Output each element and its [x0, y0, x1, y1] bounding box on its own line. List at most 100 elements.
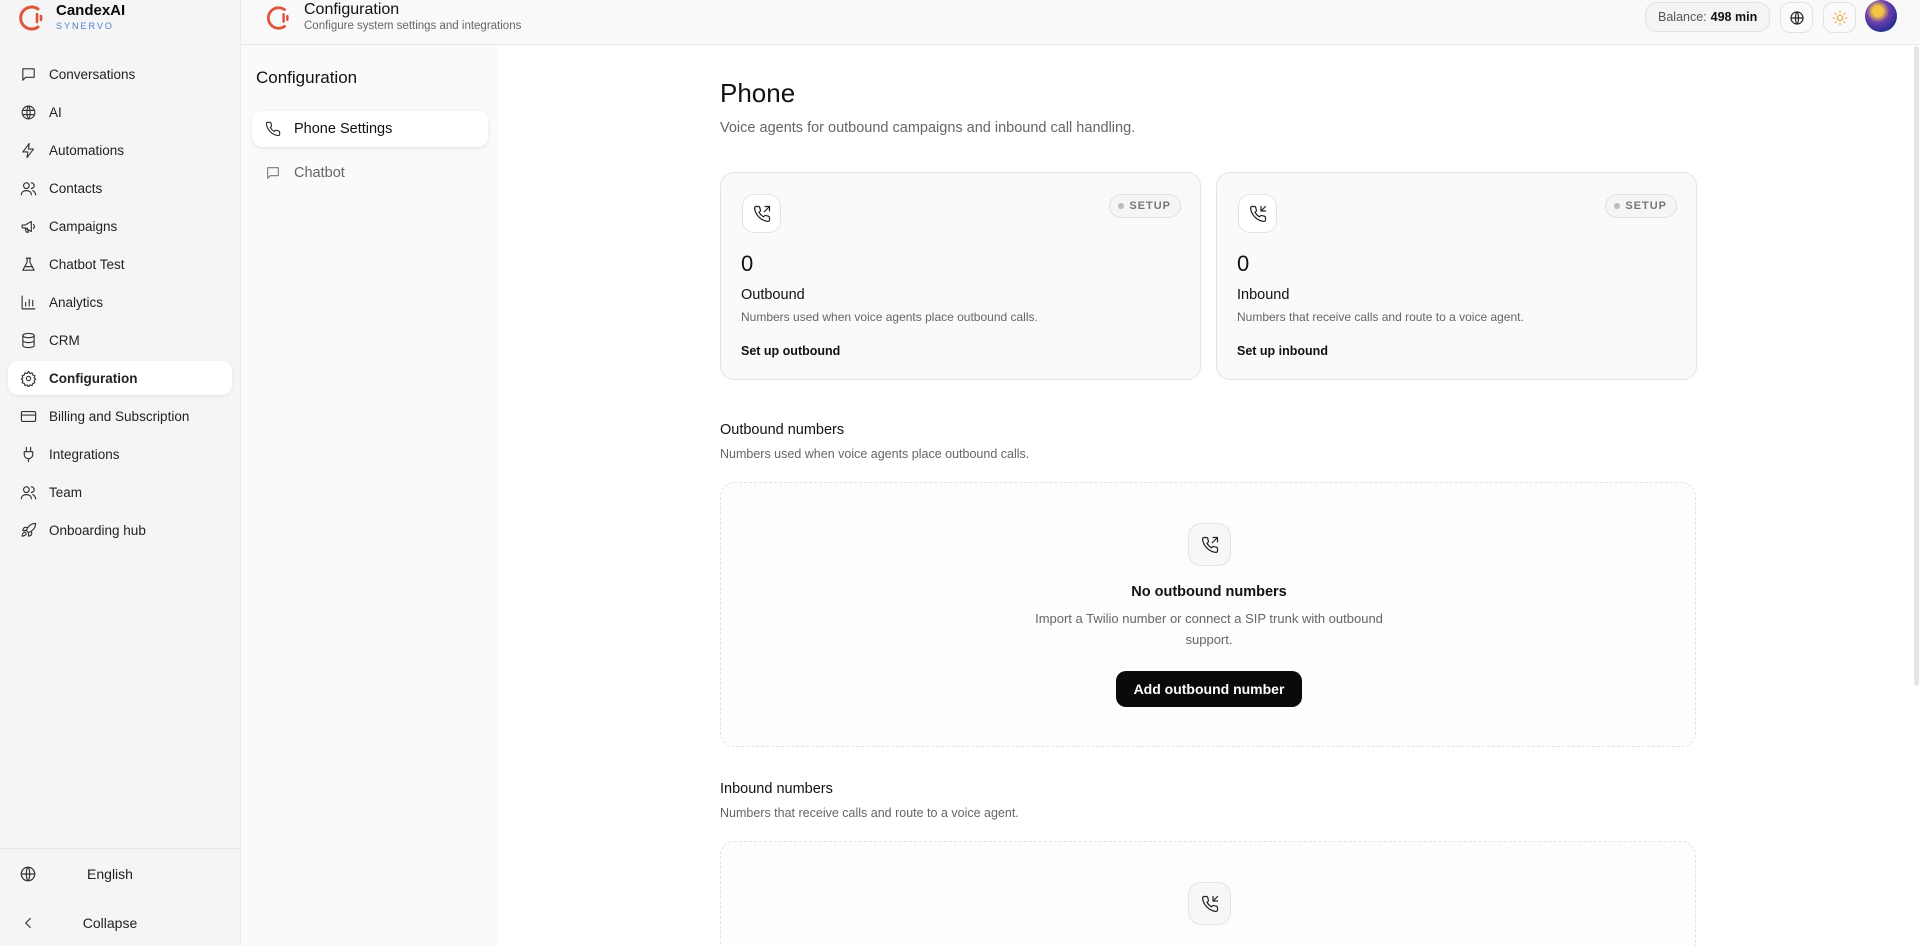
- sidebar-item-label: CRM: [49, 332, 80, 348]
- card-description: Numbers that receive calls and route to …: [1237, 310, 1524, 324]
- page-title: Phone: [720, 78, 796, 108]
- empty-icon-box: [1188, 523, 1231, 566]
- status-dot: [1614, 203, 1621, 209]
- message-square-icon: [22, 67, 35, 81]
- plug-icon: [23, 446, 34, 462]
- phone-outgoing-icon: [1201, 536, 1218, 553]
- balance-value: 498 min: [1710, 10, 1758, 24]
- language-button[interactable]: [1780, 2, 1813, 33]
- status-badge-label: SETUP: [1129, 200, 1171, 212]
- sidebar-item-chatbot-test[interactable]: Chatbot Test: [8, 247, 232, 281]
- sidebar-item-billing[interactable]: Billing and Subscription: [8, 399, 232, 433]
- megaphone-icon: [21, 220, 35, 233]
- sidebar-item-ai[interactable]: AI: [8, 95, 232, 129]
- phone-icon: [265, 121, 281, 137]
- sidebar-item-label: Contacts: [49, 180, 103, 196]
- card-icon-box: [1238, 194, 1277, 233]
- sidebar: CandexAI SYNERVO Conversations AI Automa…: [0, 0, 241, 946]
- users-icon: [20, 485, 37, 499]
- status-badge: SETUP: [1109, 194, 1181, 218]
- setup-inbound-link[interactable]: Set up inbound: [1237, 344, 1328, 358]
- sidebar-item-crm[interactable]: CRM: [8, 323, 232, 357]
- brand-logo-icon: [19, 5, 43, 31]
- brand-subtitle: SYNERVO: [56, 21, 114, 31]
- subnav-item-chatbot[interactable]: Chatbot: [252, 155, 488, 191]
- globe-icon: [1789, 10, 1804, 25]
- inbound-empty-state: [720, 841, 1696, 946]
- outbound-section-subtitle: Numbers used when voice agents place out…: [720, 447, 1030, 461]
- phone-outgoing-icon: [753, 205, 770, 222]
- sidebar-item-label: Conversations: [49, 66, 136, 82]
- users-icon: [20, 181, 37, 195]
- sun-icon: [1832, 10, 1847, 25]
- outbound-empty-state: No outbound numbers Import a Twilio numb…: [720, 482, 1696, 747]
- message-square-icon: [267, 167, 279, 179]
- gear-icon: [20, 370, 37, 387]
- inbound-summary-card: SETUP 0 Inbound Numbers that receive cal…: [1216, 172, 1697, 380]
- subnav-item-phone-settings[interactable]: Phone Settings: [252, 111, 488, 147]
- sidebar-item-contacts[interactable]: Contacts: [8, 171, 232, 205]
- status-badge-label: SETUP: [1625, 200, 1667, 212]
- card-description: Numbers used when voice agents place out…: [741, 310, 1038, 324]
- avatar[interactable]: [1865, 0, 1897, 32]
- sidebar-item-label: Campaigns: [49, 218, 118, 234]
- sidebar-item-team[interactable]: Team: [8, 475, 232, 509]
- add-outbound-number-button[interactable]: Add outbound number: [1116, 671, 1302, 707]
- zap-icon: [22, 142, 35, 158]
- sidebar-item-analytics[interactable]: Analytics: [8, 285, 232, 319]
- bar-chart-icon: [21, 295, 36, 309]
- status-badge: SETUP: [1605, 194, 1677, 218]
- sidebar-item-label: AI: [49, 104, 62, 120]
- sidebar-item-label: Integrations: [49, 446, 120, 462]
- collapse-button[interactable]: Collapse: [0, 898, 241, 946]
- globe-icon: [20, 866, 36, 881]
- brand[interactable]: CandexAI SYNERVO: [16, 3, 125, 33]
- sidebar-item-conversations[interactable]: Conversations: [8, 57, 232, 91]
- card-label: Inbound: [1237, 287, 1290, 303]
- balance-label: Balance:: [1658, 10, 1707, 24]
- globe-brain-icon: [21, 105, 36, 119]
- credit-card-icon: [20, 410, 37, 422]
- flask-icon: [22, 257, 35, 271]
- sidebar-item-automations[interactable]: Automations: [8, 133, 232, 167]
- outbound-summary-card: SETUP 0 Outbound Numbers used when voice…: [720, 172, 1201, 380]
- sidebar-item-configuration[interactable]: Configuration: [8, 361, 232, 395]
- chevron-left-icon: [25, 917, 31, 928]
- page-header-title: Configuration: [304, 1, 400, 18]
- collapse-label: Collapse: [82, 914, 138, 931]
- sidebar-item-integrations[interactable]: Integrations: [8, 437, 232, 471]
- sidebar-item-label: Analytics: [49, 294, 104, 310]
- sidebar-item-label: Onboarding hub: [49, 522, 146, 538]
- phone-incoming-icon: [1201, 895, 1218, 912]
- brand-name: CandexAI: [56, 2, 126, 19]
- app-root: CandexAI SYNERVO Conversations AI Automa…: [0, 0, 1920, 946]
- sidebar-item-campaigns[interactable]: Campaigns: [8, 209, 232, 243]
- rocket-icon: [21, 522, 37, 537]
- sidebar-footer: English Collapse: [0, 848, 241, 946]
- sidebar-item-label: Configuration: [49, 370, 138, 386]
- theme-toggle-button[interactable]: [1823, 2, 1856, 33]
- empty-icon-box: [1188, 882, 1231, 925]
- sidebar-item-label: Automations: [49, 142, 125, 158]
- top-header: Configuration Configure system settings …: [241, 0, 1920, 45]
- setup-outbound-link[interactable]: Set up outbound: [741, 344, 840, 358]
- language-selector[interactable]: English: [0, 849, 241, 898]
- card-icon-box: [742, 194, 781, 233]
- sidebar-item-onboarding-hub[interactable]: Onboarding hub: [8, 513, 232, 547]
- empty-state-title: No outbound numbers: [1131, 584, 1287, 600]
- scrollbar[interactable]: [1914, 46, 1919, 686]
- sidebar-item-label: Chatbot Test: [49, 256, 125, 272]
- sidebar-item-label: Team: [49, 484, 83, 500]
- card-count: 0: [1237, 251, 1250, 276]
- database-icon: [22, 332, 35, 348]
- subnav-item-label: Phone Settings: [294, 121, 393, 137]
- sidebar-nav: Conversations AI Automations Contacts Ca…: [8, 57, 232, 551]
- status-dot: [1118, 203, 1125, 209]
- empty-state-description: Import a Twilio number or connect a SIP …: [1035, 611, 1383, 647]
- page-subtitle: Voice agents for outbound campaigns and …: [720, 120, 1136, 136]
- card-label: Outbound: [741, 287, 805, 303]
- subnav-item-label: Chatbot: [294, 165, 345, 181]
- balance-badge[interactable]: Balance: 498 min: [1645, 2, 1771, 32]
- language-label: English: [87, 865, 133, 882]
- outbound-section-title: Outbound numbers: [720, 422, 845, 438]
